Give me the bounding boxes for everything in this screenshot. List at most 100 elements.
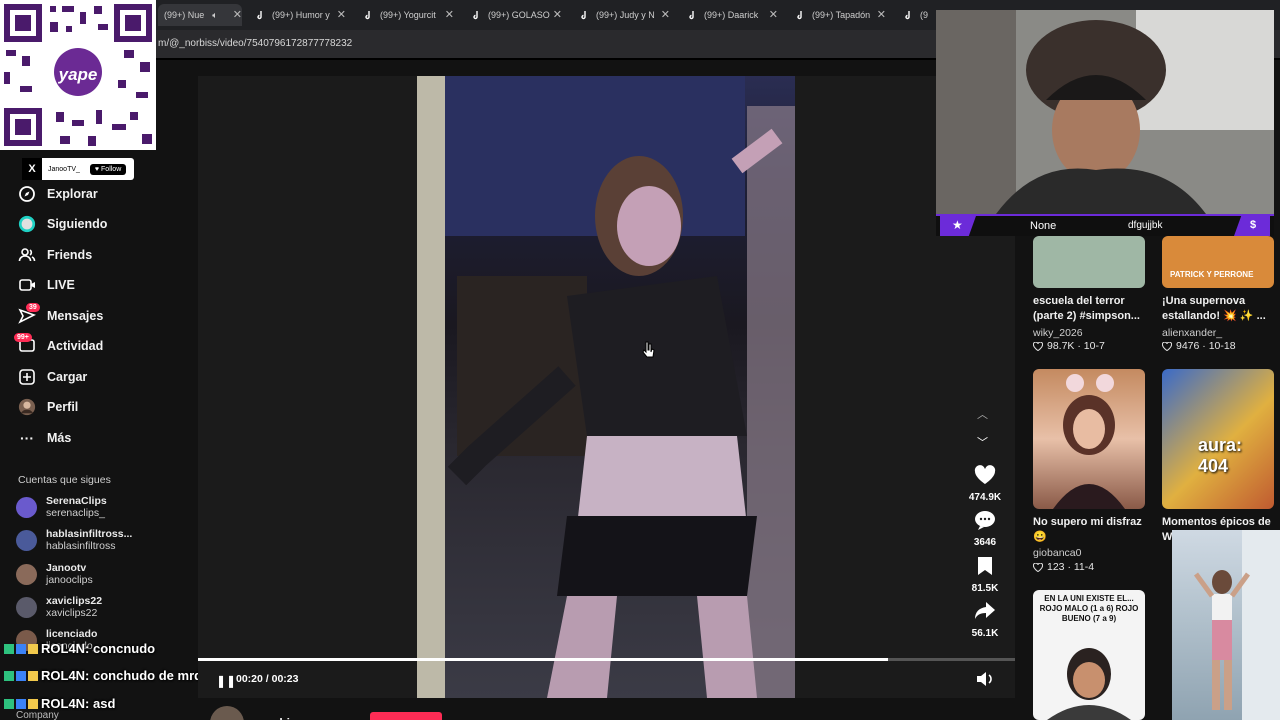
playback-time: 00:20 / 00:23 [236, 673, 299, 685]
rec-likes: 123 [1047, 561, 1065, 573]
volume-icon[interactable] [976, 671, 994, 687]
follow-overlay-button[interactable]: ♥ Follow [89, 163, 127, 175]
rec-title[interactable]: No supero mi disfraz 😀 [1033, 515, 1149, 545]
comment-icon [975, 511, 995, 530]
sidebar-item-mas[interactable]: ··· Más [18, 427, 71, 449]
follow-overlay-name: JanooTV_ [48, 165, 80, 173]
rec-title[interactable]: escuela del terror (parte 2) #simpson... [1033, 294, 1149, 324]
webcam-label-right: dfgujjbk [1128, 220, 1163, 231]
browser-tab[interactable]: (9 [904, 4, 936, 26]
heart-outline-icon [1162, 341, 1172, 351]
rec-user[interactable]: giobanca0 [1033, 547, 1081, 559]
sidebar-item-mensajes[interactable]: 39 Mensajes [18, 303, 103, 327]
close-tab-icon[interactable]: ✕ [445, 8, 454, 21]
comment-button[interactable]: 3646 [966, 510, 1004, 548]
account-name: SerenaClips [46, 495, 107, 507]
rec-thumbnail[interactable]: PATRICK Y PERRONE [1162, 236, 1274, 288]
friends-icon [18, 246, 36, 264]
close-tab-icon[interactable]: ✕ [877, 8, 886, 21]
author-name[interactable]: norbiss [260, 716, 303, 720]
sidebar-item-cargar[interactable]: Cargar [18, 366, 87, 388]
sidebar-item-perfil[interactable]: Perfil [18, 396, 78, 418]
yape-qr-code: yape [0, 0, 156, 150]
sidebar-item-label: Siguiendo [47, 217, 108, 231]
heart-outline-icon [1033, 341, 1043, 351]
account-item[interactable]: xaviclips22 xaviclips22 [16, 595, 102, 619]
share-icon [975, 602, 995, 619]
rec-thumbnail[interactable]: EN LA UNI EXISTE EL... ROJO MALO (1 a 6)… [1033, 590, 1145, 720]
rec-user[interactable]: alienxander_ [1162, 327, 1222, 339]
previous-video-icon[interactable]: ︿ [977, 406, 988, 422]
webcam-image [936, 10, 1274, 214]
video-frame[interactable] [417, 76, 795, 698]
follow-overlay[interactable]: X JanooTV_ ♥ Follow [22, 158, 134, 180]
tiktok-icon [581, 11, 586, 20]
more-icon: ··· [20, 430, 34, 446]
sidebar-item-label: LIVE [47, 278, 75, 292]
browser-tab[interactable]: (99+) Nue 🔈︎ ✕ [158, 4, 242, 26]
company-link[interactable]: Company [16, 710, 59, 720]
url-text[interactable]: m/@_norbiss/video/7540796172877778232 [158, 38, 352, 49]
close-tab-icon[interactable]: ✕ [769, 8, 778, 21]
bookmark-count: 81.5K [971, 583, 999, 594]
dollar-badge-icon: $ [1234, 216, 1270, 236]
chat-message: ROL4N: conchudo de mrd [4, 668, 202, 683]
chat-user: ROL4N: [41, 668, 90, 683]
browser-tab[interactable]: (99+) Judy y N ✕ [580, 4, 670, 26]
rec-thumb-image [1053, 374, 1125, 509]
close-tab-icon[interactable]: ✕ [661, 8, 670, 21]
avatar [16, 529, 37, 551]
tiktok-icon [797, 11, 802, 20]
yape-logo-text: yape [58, 65, 98, 84]
close-tab-icon[interactable]: ✕ [337, 8, 346, 21]
close-tab-icon[interactable]: ✕ [553, 8, 562, 21]
close-tab-icon[interactable]: ✕ [233, 8, 242, 21]
sidebar-item-friends[interactable]: Friends [18, 244, 92, 266]
account-handle: janooclips [46, 574, 93, 586]
progress-bar[interactable] [198, 658, 1015, 661]
like-button[interactable]: 474.9K [966, 465, 1004, 503]
rec-thumbnail[interactable] [1033, 369, 1145, 509]
browser-tab[interactable]: (99+) Yogurcit ✕ [364, 4, 454, 26]
sidebar-item-siguiendo[interactable]: Siguiendo [18, 213, 107, 235]
account-handle: hablasinfiltross [46, 540, 116, 552]
browser-tab[interactable]: (99+) Humor y ✕ [256, 4, 346, 26]
rec-title[interactable]: ¡Una supernova estallando! 💥 ✨ ... [1162, 294, 1278, 324]
account-item[interactable]: SerenaClips serenaclips_ [16, 495, 107, 519]
tab-label: (99+) Nue [164, 10, 205, 20]
chat-badge-icons [4, 698, 38, 709]
chat-badge-icons [4, 670, 38, 681]
chat-text: asd [93, 696, 116, 711]
rec-date: 11-4 [1073, 561, 1095, 573]
follow-overlay-button-label: Follow [101, 165, 122, 173]
browser-tab[interactable]: (99+) Tapadón ✕ [796, 4, 886, 26]
rec-thumbnail[interactable]: aura: 404 [1162, 369, 1274, 509]
browser-tab[interactable]: (99+) Daarick ✕ [688, 4, 778, 26]
next-video-icon[interactable]: ﹀ [977, 434, 988, 450]
activity-icon: 99+ [14, 333, 36, 355]
tab-label: (99+) GOLASO [488, 10, 550, 20]
sidebar-item-live[interactable]: LIVE [18, 274, 75, 296]
qr-code-graphic: yape [0, 0, 156, 150]
speaker-icon: 🔈︎ [212, 9, 218, 20]
rec-user[interactable]: wiky_2026 [1033, 327, 1083, 339]
browser-tab[interactable]: (99+) GOLASO ✕ [472, 4, 562, 26]
messages-icon: 39 [18, 303, 40, 325]
sidebar-item-explorar[interactable]: Explorar [18, 183, 98, 205]
video-author[interactable]: norbiss [210, 706, 303, 720]
bookmark-button[interactable]: 81.5K [966, 556, 1004, 594]
pause-icon[interactable]: ❚❚ [216, 674, 236, 688]
rec-thumbnail[interactable] [1033, 236, 1145, 288]
like-count: 474.9K [968, 492, 1002, 503]
account-item[interactable]: hablasinfiltross... hablasinfiltross [16, 528, 132, 552]
share-button[interactable]: 56.1K [966, 601, 1004, 639]
rec-likes: 9476 [1176, 340, 1200, 352]
author-avatar[interactable] [210, 706, 244, 720]
tiktok-icon [365, 11, 370, 20]
sidebar-item-label: Explorar [47, 187, 98, 201]
account-item[interactable]: Janootv janooclips [16, 562, 93, 586]
sidebar-item-actividad[interactable]: 99+ Actividad [14, 333, 103, 357]
rec-likes: 98.7K [1047, 340, 1075, 352]
follow-author-button[interactable] [370, 712, 442, 720]
rec-date: 10-7 [1083, 340, 1105, 352]
